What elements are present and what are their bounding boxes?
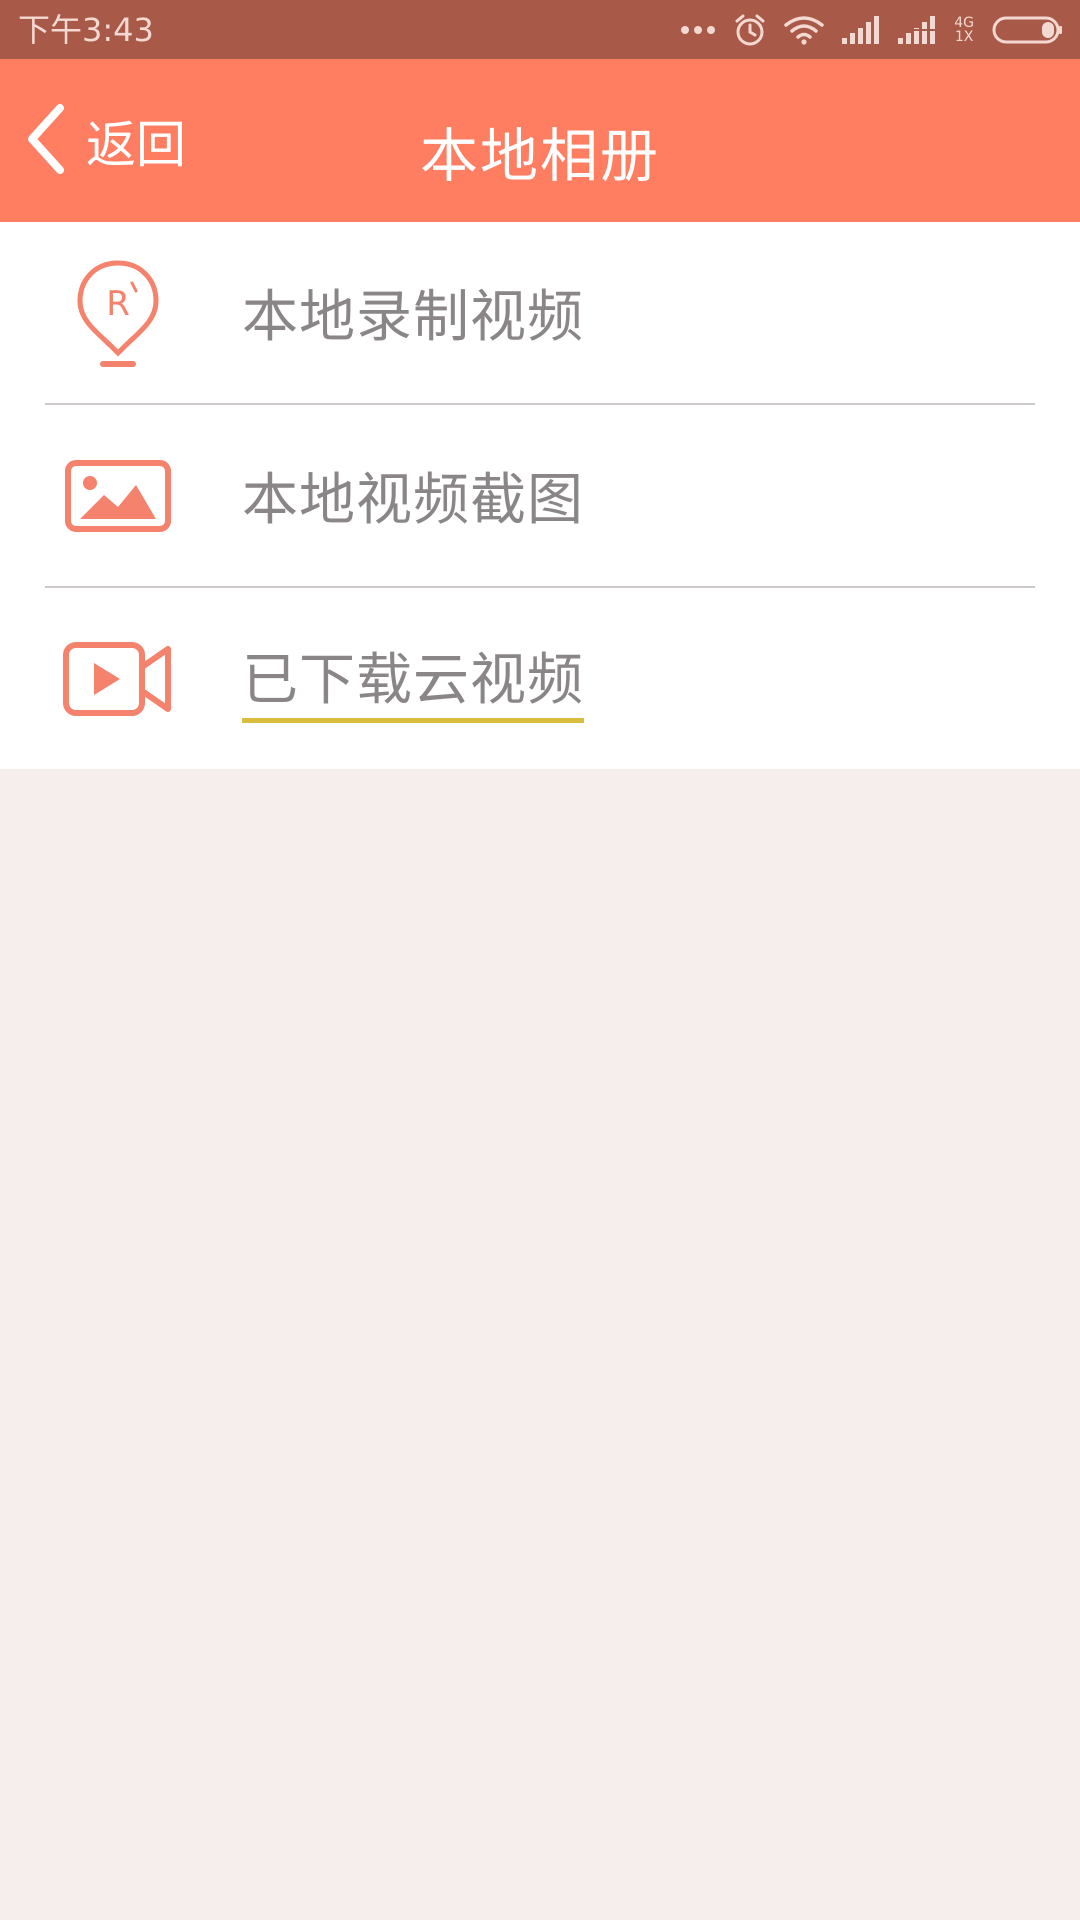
status-bar: 下午3:43 4G 1X bbox=[0, 0, 1080, 59]
menu-item-downloaded-cloud-video[interactable]: 已下载云视频 bbox=[0, 588, 1080, 769]
menu-item-local-screenshots[interactable]: 本地视频截图 bbox=[0, 405, 1080, 586]
wifi-icon bbox=[784, 15, 824, 45]
more-dots-icon bbox=[680, 25, 716, 35]
status-time: 下午3:43 bbox=[18, 11, 154, 49]
album-menu-list: R 本地录制视频 本地视频截图 已下载云视频 bbox=[0, 222, 1080, 769]
network-type: 4G 1X bbox=[954, 16, 974, 44]
signal-2-icon bbox=[898, 16, 937, 44]
battery-icon bbox=[992, 15, 1064, 45]
network-type-top: 4G bbox=[954, 15, 974, 31]
alarm-icon bbox=[734, 13, 766, 47]
record-pin-icon: R bbox=[58, 253, 178, 373]
menu-item-local-recorded-video[interactable]: R 本地录制视频 bbox=[0, 222, 1080, 403]
page-title: 本地相册 bbox=[419, 122, 660, 190]
picture-icon bbox=[58, 436, 178, 556]
menu-item-label: 本地视频截图 bbox=[242, 468, 584, 533]
app-header: 返回 本地相册 bbox=[0, 59, 1080, 222]
menu-item-label: 本地录制视频 bbox=[242, 285, 584, 350]
video-camera-icon bbox=[58, 619, 178, 739]
status-icons: 4G 1X bbox=[680, 8, 1064, 52]
svg-text:R: R bbox=[106, 284, 130, 324]
network-type-bottom: 1X bbox=[954, 29, 974, 45]
signal-icon bbox=[842, 16, 880, 44]
menu-item-label: 已下载云视频 bbox=[242, 635, 584, 723]
